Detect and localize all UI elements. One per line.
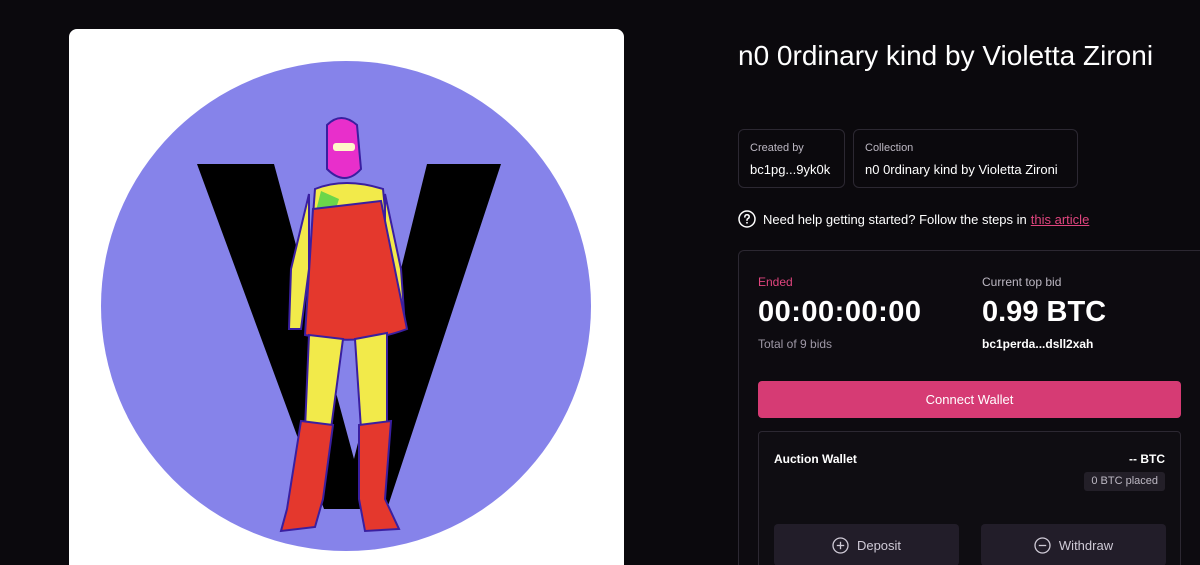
withdraw-label: Withdraw xyxy=(1058,537,1114,553)
collection-box[interactable]: Collection n0 0rdinary kind by Violetta … xyxy=(853,129,1078,188)
question-circle-icon xyxy=(738,210,756,228)
auction-panel: Ended 00:00:00:00 Total of 9 bids Curren… xyxy=(738,250,1200,565)
top-bid-label: Current top bid xyxy=(982,275,1062,289)
plus-circle-icon xyxy=(832,536,849,554)
top-bidder-address: bc1perda...dsll2xah xyxy=(982,337,1094,351)
deposit-button[interactable]: Deposit xyxy=(774,524,959,565)
creator-address: bc1pg...9yk0k xyxy=(750,162,831,177)
created-by-box[interactable]: Created by bc1pg...9yk0k xyxy=(738,129,845,188)
artwork-card[interactable] xyxy=(69,29,624,565)
top-bid-value: 0.99 BTC xyxy=(982,296,1107,328)
collection-label: Collection xyxy=(865,142,914,154)
auction-wallet-box: Auction Wallet -- BTC 0 BTC placed Depos… xyxy=(758,431,1181,565)
bids-count: Total of 9 bids xyxy=(758,337,833,351)
collection-name: n0 0rdinary kind by Violetta Zironi xyxy=(865,162,1058,177)
item-title: n0 0rdinary kind by Violetta Zironi xyxy=(738,40,1154,71)
connect-wallet-button[interactable]: Connect Wallet xyxy=(758,381,1181,418)
item-info-panel: n0 0rdinary kind by Violetta Zironi Crea… xyxy=(738,0,1200,565)
help-text: Need help getting started? Follow the st… xyxy=(763,211,1027,227)
auction-status: Ended xyxy=(758,275,793,289)
deposit-label: Deposit xyxy=(856,537,902,553)
placed-badge: 0 BTC placed xyxy=(1084,472,1165,491)
auction-timer: 00:00:00:00 xyxy=(758,296,922,328)
help-article-link[interactable]: this article xyxy=(1031,212,1090,227)
withdraw-button[interactable]: Withdraw xyxy=(981,524,1166,565)
wallet-balance: -- BTC xyxy=(1129,452,1165,466)
created-by-label: Created by xyxy=(750,142,804,154)
artwork-image xyxy=(101,61,591,551)
minus-circle-icon xyxy=(1034,536,1051,554)
help-line: Need help getting started? Follow the st… xyxy=(738,210,1089,228)
wallet-title: Auction Wallet xyxy=(774,452,857,466)
